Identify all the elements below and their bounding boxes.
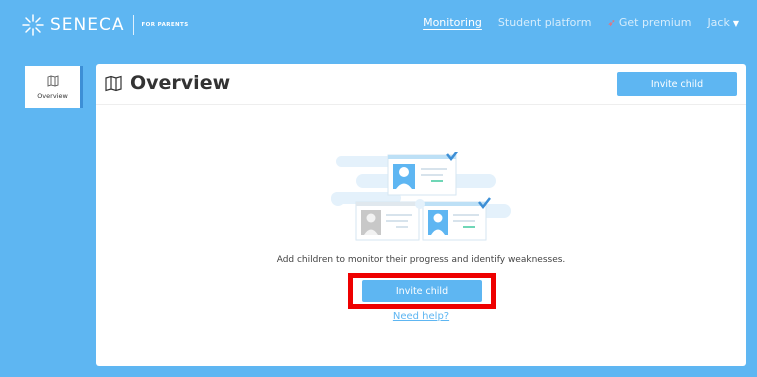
overview-card: Overview Invite child Add children to mo… (96, 64, 746, 366)
page-title: Overview (105, 72, 230, 94)
brand-name: SENECA (50, 15, 125, 35)
invite-child-highlight: Invite child (348, 273, 496, 309)
map-icon (47, 74, 58, 87)
need-help-link[interactable]: Need help? (96, 311, 746, 322)
sidebar-item-label: Overview (37, 91, 68, 100)
user-name: Jack (707, 16, 730, 29)
seneca-logo[interactable]: SENECA FOR PARENTS (22, 12, 189, 38)
empty-state-message: Add children to monitor their progress a… (276, 255, 566, 265)
seneca-logo-icon (22, 14, 44, 36)
invite-child-header-button[interactable]: Invite child (617, 72, 737, 96)
page-title-text: Overview (130, 72, 231, 94)
get-premium-label: Get premium (618, 16, 692, 29)
brand-subtitle: FOR PARENTS (141, 22, 189, 28)
top-bar: SENECA FOR PARENTS Monitoring Student pl… (0, 0, 757, 50)
nav-monitoring[interactable]: Monitoring (423, 16, 482, 29)
nav-student-platform[interactable]: Student platform (498, 16, 592, 29)
children-illustration (331, 152, 511, 241)
user-menu[interactable]: Jack ▼ (707, 16, 739, 29)
caret-down-icon: ▼ (732, 19, 739, 28)
rocket-icon: ➶ (607, 18, 616, 29)
invite-child-button[interactable]: Invite child (362, 280, 482, 302)
logo-divider (132, 15, 134, 35)
main-nav: Monitoring Student platform ➶ Get premium… (423, 16, 739, 29)
sidebar-item-overview[interactable]: Overview (25, 66, 83, 108)
nav-get-premium[interactable]: ➶ Get premium (607, 16, 691, 29)
map-icon (105, 75, 122, 91)
card-header: Overview Invite child (96, 64, 746, 105)
